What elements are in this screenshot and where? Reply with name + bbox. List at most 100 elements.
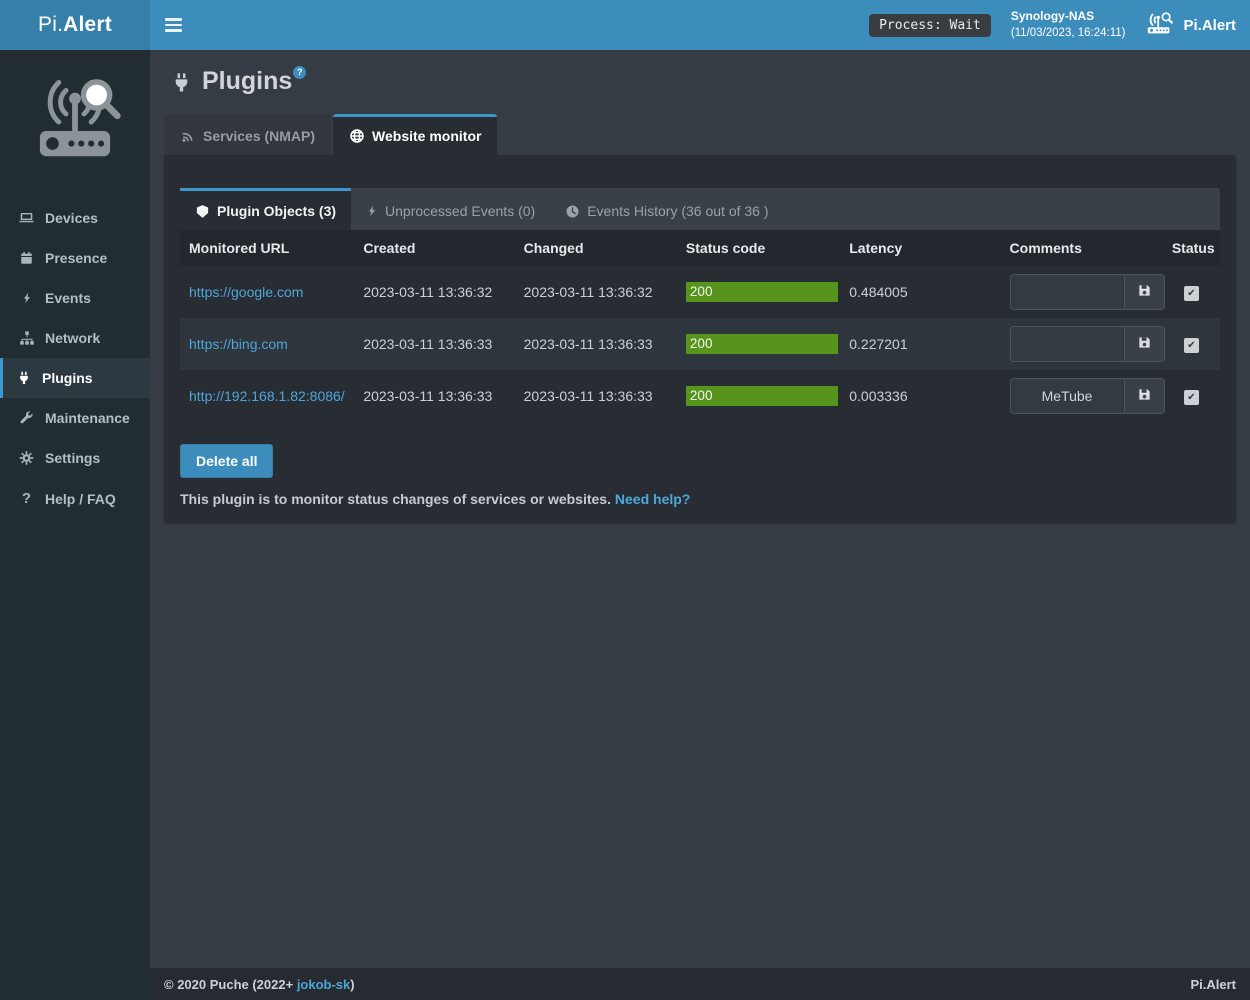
footer: © 2020 Puche (2022+ jokob-sk) Pi.Alert — [150, 968, 1250, 1000]
sidebar: Devices Presence Events Network Plugins — [0, 50, 150, 1000]
bolt-icon — [366, 204, 378, 218]
help-badge-icon[interactable]: ? — [293, 66, 306, 79]
process-status-badge: Process: Wait — [869, 14, 991, 37]
comment-input[interactable] — [1011, 327, 1124, 361]
comment-input-group — [1010, 274, 1165, 310]
sidebar-toggle-icon[interactable] — [150, 0, 196, 50]
host-name: Synology-NAS — [1011, 8, 1126, 25]
status-checkbox[interactable] — [1184, 286, 1199, 301]
sidebar-item-label: Events — [45, 290, 91, 306]
created-value: 2023-03-11 13:36:33 — [354, 370, 514, 422]
table-row: https://google.com 2023-03-11 13:36:32 2… — [180, 266, 1220, 318]
sidebar-item-settings[interactable]: Settings — [0, 438, 150, 478]
laptop-icon — [17, 210, 36, 226]
need-help-link[interactable]: Need help? — [615, 491, 690, 507]
host-info: Synology-NAS (11/03/2023, 16:24:11) — [1011, 8, 1126, 42]
plugin-help-text: This plugin is to monitor status changes… — [180, 491, 1220, 507]
tab-label: Website monitor — [372, 128, 481, 144]
host-time: (11/03/2023, 16:24:11) — [1011, 25, 1126, 42]
col-changed: Changed — [515, 230, 677, 266]
sidebar-item-plugins[interactable]: Plugins — [0, 358, 150, 398]
jokob-sk-link[interactable]: jokob-sk — [297, 977, 350, 992]
save-comment-button[interactable] — [1124, 379, 1164, 413]
sidebar-item-label: Settings — [45, 450, 100, 466]
sitemap-icon — [17, 330, 36, 346]
table-row: https://bing.com 2023-03-11 13:36:33 202… — [180, 318, 1220, 370]
sidebar-item-presence[interactable]: Presence — [0, 238, 150, 278]
clock-icon — [565, 204, 580, 219]
save-icon — [1137, 283, 1152, 301]
main-content: Plugins? Services (NMAP) — [150, 50, 1250, 968]
col-created: Created — [354, 230, 514, 266]
tab-label: Unprocessed Events (0) — [385, 203, 535, 219]
tab-services-nmap[interactable]: Services (NMAP) — [164, 114, 331, 155]
plugin-tabs: Services (NMAP) Website monitor — [164, 114, 1236, 155]
app-logo[interactable]: Pi.Alert — [0, 0, 150, 50]
status-checkbox[interactable] — [1184, 338, 1199, 353]
sidebar-menu: Devices Presence Events Network Plugins — [0, 198, 150, 519]
plug-icon — [171, 71, 192, 99]
save-comment-button[interactable] — [1124, 327, 1164, 361]
signal-icon — [180, 128, 196, 144]
tab-website-monitor[interactable]: Website monitor — [333, 114, 497, 155]
monitored-url-link[interactable]: http://192.168.1.82:8086/ — [189, 388, 345, 404]
status-code-badge: 200 — [686, 282, 838, 302]
changed-value: 2023-03-11 13:36:33 — [515, 318, 677, 370]
bolt-icon — [17, 290, 36, 306]
created-value: 2023-03-11 13:36:32 — [354, 266, 514, 318]
sidebar-item-devices[interactable]: Devices — [0, 198, 150, 238]
navbar-right: Process: Wait Synology-NAS (11/03/2023, … — [869, 8, 1250, 42]
top-navbar: Pi.Alert Process: Wait Synology-NAS (11/… — [0, 0, 1250, 50]
tab-label: Services (NMAP) — [203, 128, 315, 144]
tab-label: Plugin Objects (3) — [217, 203, 336, 219]
table-header: Monitored URL Created Changed Status cod… — [180, 230, 1220, 266]
monitored-url-link[interactable]: https://google.com — [189, 284, 303, 300]
col-monitored-url: Monitored URL — [180, 230, 354, 266]
comment-input[interactable] — [1011, 379, 1124, 413]
sidebar-item-help-faq[interactable]: ? Help / FAQ — [0, 478, 150, 519]
calendar-icon — [17, 250, 36, 266]
status-code-badge: 200 — [686, 386, 838, 406]
sidebar-item-events[interactable]: Events — [0, 278, 150, 318]
delete-all-button[interactable]: Delete all — [180, 444, 273, 478]
footer-brand: Pi.Alert — [1190, 977, 1236, 992]
monitored-urls-table: Monitored URL Created Changed Status cod… — [180, 230, 1220, 422]
comment-input[interactable] — [1011, 275, 1124, 309]
save-icon — [1137, 387, 1152, 405]
navbar-brand: Pi.Alert — [1145, 11, 1236, 40]
col-comments: Comments — [1001, 230, 1163, 266]
tab-unprocessed-events[interactable]: Unprocessed Events (0) — [351, 188, 550, 230]
sidebar-item-label: Maintenance — [45, 410, 130, 426]
navbar-main: Process: Wait Synology-NAS (11/03/2023, … — [150, 0, 1250, 50]
cube-icon — [195, 204, 210, 219]
sidebar-item-label: Devices — [45, 210, 98, 226]
status-code-badge: 200 — [686, 334, 838, 354]
changed-value: 2023-03-11 13:36:33 — [515, 370, 677, 422]
plugin-data-tabs: Plugin Objects (3) Unprocessed Events (0… — [180, 188, 1220, 230]
tab-plugin-objects[interactable]: Plugin Objects (3) — [180, 188, 351, 230]
tab-events-history[interactable]: Events History (36 out of 36 ) — [550, 188, 783, 230]
sidebar-item-label: Presence — [45, 250, 107, 266]
sidebar-item-label: Help / FAQ — [45, 491, 116, 507]
page-title: Plugins? — [202, 66, 306, 96]
col-status: Status — [1163, 230, 1220, 266]
sidebar-item-label: Network — [45, 330, 100, 346]
col-latency: Latency — [840, 230, 1000, 266]
sidebar-item-maintenance[interactable]: Maintenance — [0, 398, 150, 438]
comment-input-group — [1010, 326, 1165, 362]
globe-icon — [349, 128, 365, 144]
router-scan-icon — [1145, 11, 1175, 40]
status-checkbox[interactable] — [1184, 390, 1199, 405]
created-value: 2023-03-11 13:36:33 — [354, 318, 514, 370]
save-comment-button[interactable] — [1124, 275, 1164, 309]
monitored-url-link[interactable]: https://bing.com — [189, 336, 288, 352]
app-logo-prefix: Pi. — [38, 13, 63, 37]
tab-label: Events History (36 out of 36 ) — [587, 203, 768, 219]
footer-copyright: © 2020 Puche (2022+ jokob-sk) — [164, 977, 355, 992]
latency-value: 0.227201 — [840, 318, 1000, 370]
wrench-icon — [17, 410, 36, 426]
navbar-brand-name: Pi.Alert — [1183, 17, 1236, 34]
sidebar-item-network[interactable]: Network — [0, 318, 150, 358]
table-row: http://192.168.1.82:8086/ 2023-03-11 13:… — [180, 370, 1220, 422]
col-status-code: Status code — [677, 230, 840, 266]
